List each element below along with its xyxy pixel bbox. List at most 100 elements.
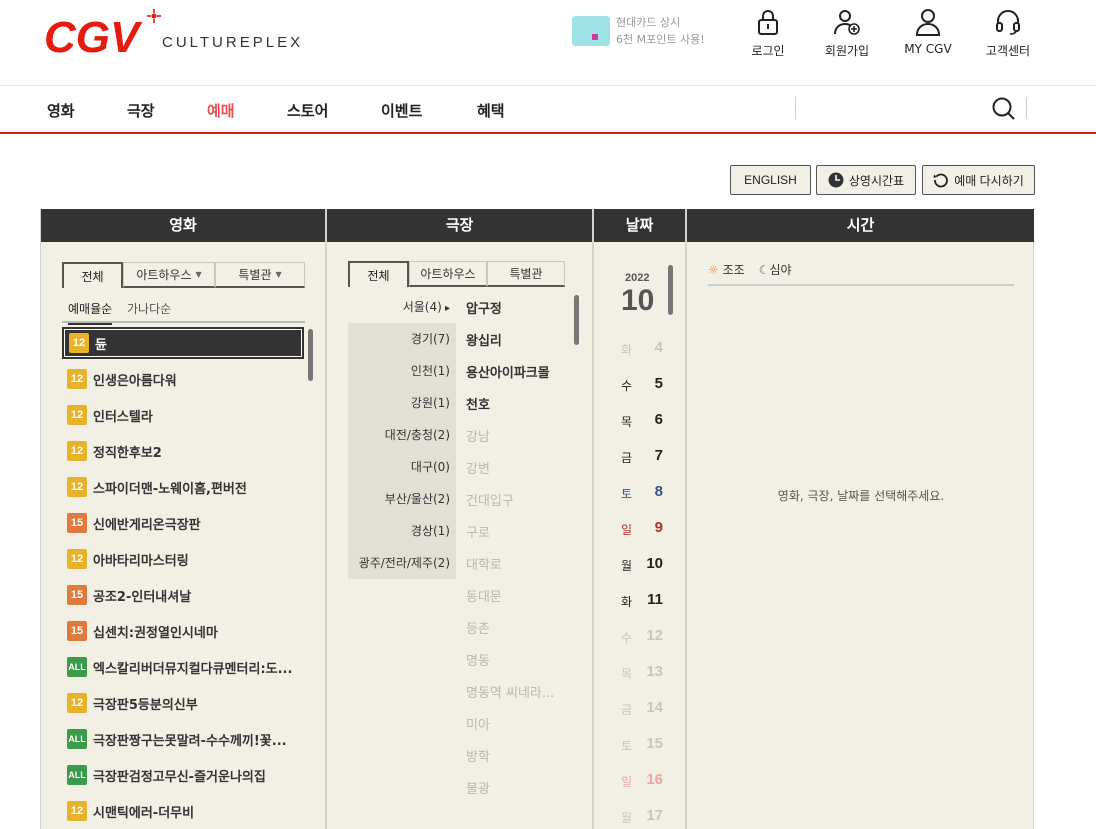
day-number: 13 — [646, 663, 663, 680]
theater-tab-special[interactable]: 특별관 — [487, 261, 565, 287]
refresh-icon — [933, 173, 949, 188]
region-item[interactable]: 부산/울산(2) — [348, 483, 456, 515]
region-item[interactable]: 대구(0) — [348, 451, 456, 483]
movie-list-item[interactable]: 15 십센치:권정열인시네마 — [62, 615, 304, 647]
theater-item[interactable]: 대학로 — [466, 554, 502, 573]
signup-link[interactable]: 회원가입 — [812, 8, 882, 68]
theater-item[interactable]: 등촌 — [466, 618, 490, 637]
movie-list-item[interactable]: 12 시맨틱에러-더무비 — [62, 795, 304, 827]
theater-item[interactable]: 방학 — [466, 746, 490, 765]
theater-item[interactable]: 불광 — [466, 778, 490, 797]
mycgv-link[interactable]: MY CGV — [893, 8, 963, 68]
day-number: 12 — [646, 627, 663, 644]
movie-list-item[interactable]: 12 극장판5등분의신부 — [62, 687, 304, 719]
login-link[interactable]: 로그인 — [733, 8, 803, 68]
region-label: 부산/울산(2) — [384, 492, 450, 506]
nav-theater[interactable]: 극장 — [127, 100, 155, 121]
date-list-scrollbar[interactable] — [668, 265, 673, 315]
day-item[interactable]: 화 11 — [621, 591, 671, 611]
nav-booking[interactable]: 예매 — [207, 100, 235, 121]
movie-tab-arthouse[interactable]: 아트하우스 ▼ — [123, 262, 215, 288]
region-item[interactable]: 대전/충청(2) — [348, 419, 456, 451]
sort-by-name[interactable]: 가나다순 — [127, 300, 171, 317]
morning-filter[interactable]: ☼ 조조 — [708, 261, 745, 278]
theater-item[interactable]: 압구정 — [466, 298, 502, 317]
search-icon[interactable] — [992, 96, 1016, 122]
theater-item[interactable]: 용산아이파크몰 — [466, 362, 550, 381]
theater-item[interactable]: 명동 — [466, 650, 490, 669]
movie-list-item[interactable]: 12 듄 — [62, 327, 304, 359]
theater-filter-tabs: 전체 아트하우스 특별관 — [348, 261, 565, 287]
region-item[interactable]: 광주/전라/제주(2) — [348, 547, 456, 579]
theater-item[interactable]: 구로 — [466, 522, 490, 541]
day-item[interactable]: 목 13 — [621, 663, 671, 683]
day-item[interactable]: 월 17 — [621, 807, 671, 827]
day-item[interactable]: 토8 — [621, 483, 671, 503]
theater-item[interactable]: 건대입구 — [466, 490, 514, 509]
theater-list-scrollbar[interactable] — [574, 295, 579, 345]
english-button[interactable]: ENGLISH — [730, 165, 811, 195]
region-item[interactable]: 경상(1) — [348, 515, 456, 547]
rating-badge: ALL — [67, 729, 87, 749]
day-item[interactable]: 금7 — [621, 447, 671, 467]
day-item[interactable]: 목6 — [621, 411, 671, 431]
theater-item[interactable]: 명동역 씨네라... — [466, 682, 554, 701]
theater-item[interactable]: 강남 — [466, 426, 490, 445]
movie-list-item[interactable]: 12 정직한후보2 — [62, 435, 304, 467]
movie-list-item[interactable]: ALL 극장판짱구는못말려-수수께끼!꽃... — [62, 723, 304, 755]
night-filter[interactable]: ☾심야 — [759, 261, 792, 278]
movie-list-item[interactable]: 15 공조2-인터내셔날 — [62, 579, 304, 611]
movie-list-item[interactable]: 12 인터스텔라 — [62, 399, 304, 431]
day-item[interactable]: 수5 — [621, 375, 671, 395]
nav-event[interactable]: 이벤트 — [381, 100, 422, 121]
day-item[interactable]: 화4 — [621, 339, 671, 359]
theater-tab-arthouse[interactable]: 아트하우스 — [409, 261, 487, 287]
movie-tab-special[interactable]: 특별관 ▼ — [215, 262, 305, 288]
movie-list-item[interactable]: 12 인생은아름다워 — [62, 363, 304, 395]
tab-label: 전체 — [81, 269, 104, 284]
schedule-button[interactable]: 상영시간표 — [816, 165, 916, 195]
cgv-logo[interactable]: CGV — [44, 8, 164, 58]
tab-label: 아트하우스 — [420, 267, 476, 281]
theater-item[interactable]: 동대문 — [466, 586, 502, 605]
card-image — [572, 16, 610, 46]
region-item[interactable]: 인천(1) — [348, 355, 456, 387]
nav-benefit[interactable]: 혜택 — [477, 100, 505, 121]
theater-tab-all[interactable]: 전체 — [348, 261, 409, 287]
region-item[interactable]: 서울(4) ▸ — [348, 291, 456, 323]
day-item[interactable]: 일 16 — [621, 771, 671, 791]
nav-store[interactable]: 스토어 — [287, 100, 328, 121]
night-label: 심야 — [769, 263, 792, 277]
nav-movie[interactable]: 영화 — [47, 100, 75, 121]
schedule-label: 상영시간표 — [848, 173, 905, 188]
rating-badge: 15 — [67, 585, 87, 605]
user-icon — [915, 9, 941, 36]
region-item[interactable]: 경기(7) — [348, 323, 456, 355]
day-item[interactable]: 일9 — [621, 519, 671, 539]
theater-item[interactable]: 강변 — [466, 458, 490, 477]
day-of-week: 수 — [621, 379, 633, 393]
rating-badge: 12 — [67, 693, 87, 713]
movie-list-item[interactable]: 12 아바타리마스터링 — [62, 543, 304, 575]
day-item[interactable]: 토 15 — [621, 735, 671, 755]
movie-tab-all[interactable]: 전체 — [62, 262, 123, 288]
movie-list-item[interactable]: 12 스파이더맨-노웨이홈,편버전 — [62, 471, 304, 503]
day-item[interactable]: 수 12 — [621, 627, 671, 647]
sort-by-booking-rate[interactable]: 예매율순 — [68, 300, 113, 325]
day-item[interactable]: 금 14 — [621, 699, 671, 719]
theater-item[interactable]: 천호 — [466, 394, 490, 413]
theater-item[interactable]: 미아 — [466, 714, 490, 733]
theater-item[interactable]: 왕십리 — [466, 330, 502, 349]
sort-options: 예매율순 가나다순 — [62, 297, 305, 325]
movie-title: 스파이더맨-노웨이홈,편버전 — [93, 481, 247, 497]
reset-booking-button[interactable]: 예매 다시하기 — [922, 165, 1035, 195]
movie-list-item[interactable]: 15 신에반게리온극장판 — [62, 507, 304, 539]
customer-center-link[interactable]: 고객센터 — [973, 8, 1043, 68]
day-item[interactable]: 월 10 — [621, 555, 671, 575]
movie-list-item[interactable]: ALL 엑스칼리버더뮤지컬다큐멘터리:도... — [62, 651, 304, 683]
tab-label: 아트하우스 — [136, 268, 192, 282]
movie-list-scrollbar[interactable] — [308, 329, 313, 381]
promo-banner[interactable]: 현대카드 상시 6천 M포인트 사용! — [572, 14, 712, 50]
movie-list-item[interactable]: ALL 극장판검정고무신-즐거운나의집 — [62, 759, 304, 791]
region-item[interactable]: 강원(1) — [348, 387, 456, 419]
